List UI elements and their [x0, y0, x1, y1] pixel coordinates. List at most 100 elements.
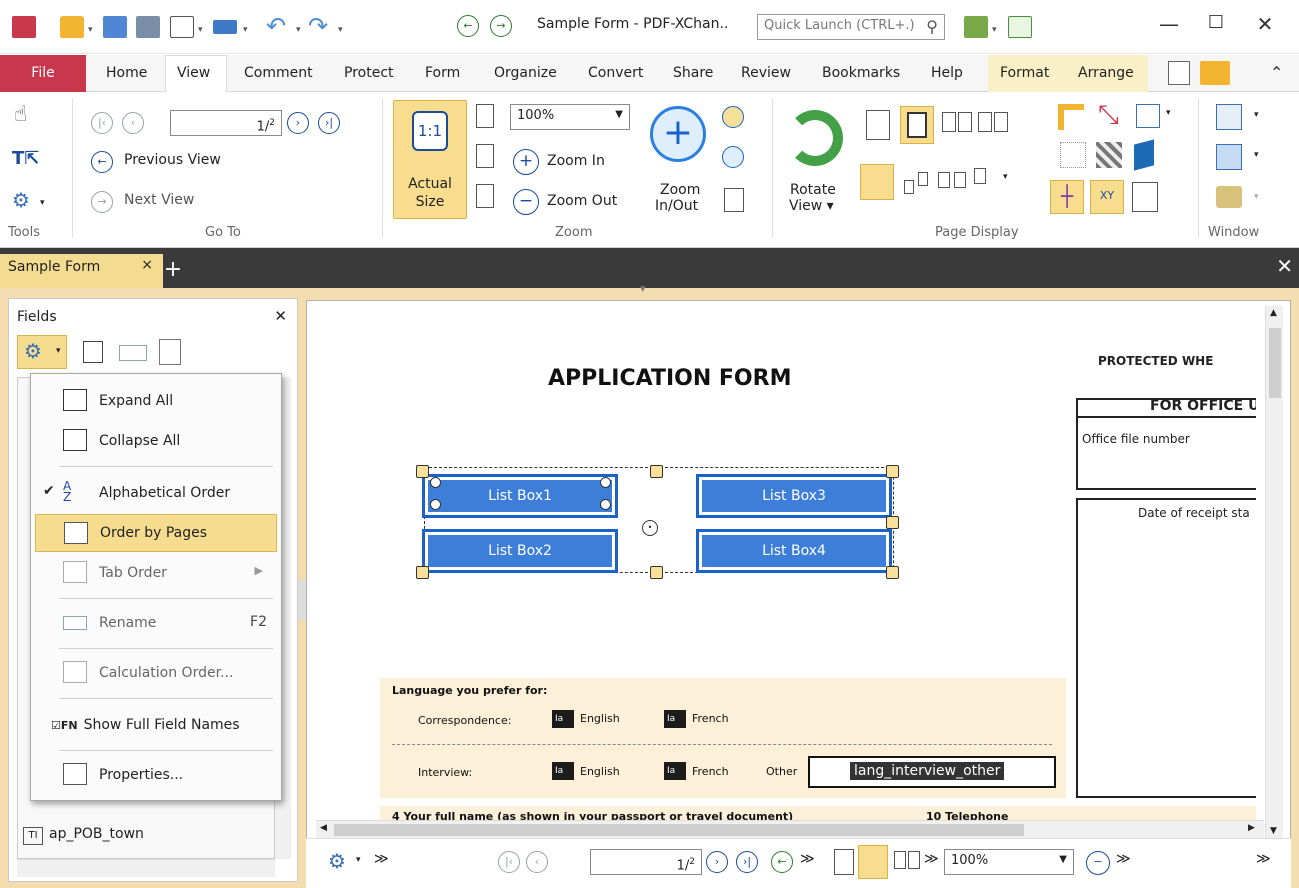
workspace-dropdown-icon[interactable]: ▾	[1254, 192, 1259, 202]
tab-protect[interactable]: Protect	[344, 65, 394, 81]
panel-icon[interactable]	[1168, 61, 1190, 85]
save-icon[interactable]	[103, 16, 127, 38]
tab-share[interactable]: Share	[673, 65, 713, 81]
facing-page-icon-2[interactable]	[958, 112, 972, 132]
status-expand-icon-3[interactable]: ≫	[924, 851, 939, 867]
zoom-inout-label2[interactable]: In/Out	[655, 198, 698, 214]
loupe-icon[interactable]	[722, 146, 744, 168]
status-expand-icon[interactable]: ≫	[374, 851, 389, 867]
continuous-page-icon[interactable]	[900, 106, 934, 144]
tab-arrange[interactable]: Arrange	[1078, 65, 1134, 81]
tab-bookmarks[interactable]: Bookmarks	[822, 65, 900, 81]
interview-english-checkbox[interactable]: Ia	[552, 762, 574, 780]
resize-handle[interactable]	[886, 566, 899, 579]
document-vscroll[interactable]: ▲ ▼	[1265, 306, 1283, 842]
tab-view[interactable]: View	[177, 65, 210, 81]
align-icon[interactable]	[1132, 182, 1158, 212]
close-tab-icon[interactable]: ×	[141, 257, 153, 273]
split-view-icon[interactable]	[860, 164, 894, 200]
anchor-handle[interactable]	[430, 499, 441, 510]
tab-organize[interactable]: Organize	[494, 65, 557, 81]
doc-tab-sample-form[interactable]: Sample Form ×	[0, 254, 163, 288]
scroll-up-icon[interactable]: ▲	[1270, 308, 1277, 318]
tile-windows-dropdown-icon[interactable]: ▾	[1254, 150, 1259, 160]
close-window-button[interactable]: ✕	[1245, 12, 1285, 36]
scroll-right-icon[interactable]: ▶	[1248, 823, 1255, 833]
status-expand-icon-2[interactable]: ≫	[800, 851, 815, 867]
tab-format[interactable]: Format	[1000, 65, 1049, 81]
redo-icon[interactable]: ↷	[308, 12, 328, 40]
prev-page-icon[interactable]: ‹	[122, 112, 144, 134]
open-dropdown-icon[interactable]: ▾	[88, 25, 93, 35]
status-gear-icon[interactable]: ⚙	[328, 849, 346, 873]
page-numbers-icon-2[interactable]	[954, 172, 966, 188]
tab-review[interactable]: Review	[741, 65, 791, 81]
status-zoom-combo[interactable]: 100% ▼	[944, 849, 1074, 875]
tab-file[interactable]: File	[0, 55, 86, 92]
new-tab-button[interactable]: +	[160, 254, 186, 288]
print-icon[interactable]	[136, 16, 160, 38]
zoom-out-icon[interactable]: −	[513, 189, 539, 215]
anchor-handle[interactable]	[430, 477, 441, 488]
new-window-dropdown-icon[interactable]: ▾	[1254, 110, 1259, 120]
rulers-icon[interactable]	[1058, 104, 1084, 130]
page-number-input[interactable]: 1/2	[170, 110, 282, 136]
rotate-view-label1[interactable]: Rotate	[790, 182, 836, 198]
folder-user-icon[interactable]	[1200, 61, 1230, 85]
scan-icon[interactable]	[213, 20, 237, 34]
other-text-field[interactable]: lang_interview_other	[808, 756, 1056, 788]
previous-view-icon[interactable]: ←	[91, 151, 113, 173]
line-weights-icon[interactable]	[1134, 139, 1154, 171]
zoom-in-button[interactable]: Zoom In	[547, 153, 605, 169]
scan-dropdown-icon[interactable]: ▾	[243, 25, 248, 35]
coordinates-icon[interactable]: XY	[1090, 180, 1124, 214]
resize-handle[interactable]	[886, 465, 899, 478]
status-continuous-icon[interactable]	[858, 845, 888, 879]
zoom-in-icon[interactable]: +	[513, 149, 539, 175]
facing-page-icon[interactable]	[942, 112, 956, 132]
zoom-inout-label1[interactable]: Zoom	[660, 182, 700, 198]
redo-dropdown-icon[interactable]: ▾	[338, 25, 343, 35]
quick-launch-input[interactable]: Quick Launch (CTRL+.) ⚲	[757, 14, 945, 40]
tab-help[interactable]: Help	[931, 65, 963, 81]
next-view-button[interactable]: Next View	[124, 192, 194, 208]
cover-page-icon-2[interactable]	[918, 172, 928, 186]
status-overflow-icon[interactable]: ≫	[1256, 851, 1271, 867]
status-back-icon[interactable]: ←	[771, 851, 793, 873]
open-folder-icon[interactable]	[60, 16, 84, 38]
pan-zoom-icon[interactable]	[724, 188, 744, 212]
resize-handle[interactable]	[650, 566, 663, 579]
customize-icon[interactable]	[964, 16, 988, 38]
resize-handle[interactable]	[650, 465, 663, 478]
interview-french-checkbox[interactable]: Ia	[664, 762, 686, 780]
resize-handle[interactable]	[886, 516, 899, 529]
grid-dropdown-icon[interactable]: ▾	[1166, 108, 1171, 118]
maximize-button[interactable]: ☐	[1196, 12, 1236, 33]
tab-form[interactable]: Form	[425, 65, 460, 81]
tab-home[interactable]: Home	[106, 65, 147, 81]
continuous-facing-icon[interactable]	[978, 112, 992, 132]
zoom-inout-icon[interactable]: +	[650, 106, 706, 162]
collapse-all-icon[interactable]	[83, 341, 103, 363]
status-single-page-icon[interactable]	[834, 849, 854, 875]
correspondence-english-checkbox[interactable]: Ia	[552, 710, 574, 728]
pane-splitter-handle[interactable]	[298, 580, 306, 620]
menu-expand-all[interactable]: Expand All	[35, 382, 277, 420]
fit-width-icon[interactable]	[476, 144, 494, 168]
rotate-view-label2[interactable]: View ▾	[789, 198, 834, 214]
previous-view-button[interactable]: Previous View	[124, 152, 221, 168]
single-page-icon[interactable]	[866, 110, 890, 140]
email-icon[interactable]	[170, 16, 194, 38]
resize-handle[interactable]	[416, 566, 429, 579]
show-gaps-icon[interactable]	[974, 168, 986, 184]
tile-windows-icon[interactable]	[1216, 144, 1242, 170]
transparency-grid-icon[interactable]	[1096, 142, 1122, 168]
status-next-page-icon[interactable]: ›	[706, 851, 728, 873]
properties-icon[interactable]	[159, 339, 181, 365]
list-box-1[interactable]: List Box1	[422, 474, 618, 518]
last-page-icon[interactable]: ›|	[318, 112, 340, 134]
tools-gear-icon[interactable]: ⚙	[12, 188, 30, 212]
hand-tool-icon[interactable]: ☝	[14, 102, 27, 127]
hscroll-thumb[interactable]	[334, 824, 1024, 836]
pdf-page[interactable]: APPLICATION FORM PROTECTED WHE FOR OFFIC…	[316, 310, 1256, 820]
